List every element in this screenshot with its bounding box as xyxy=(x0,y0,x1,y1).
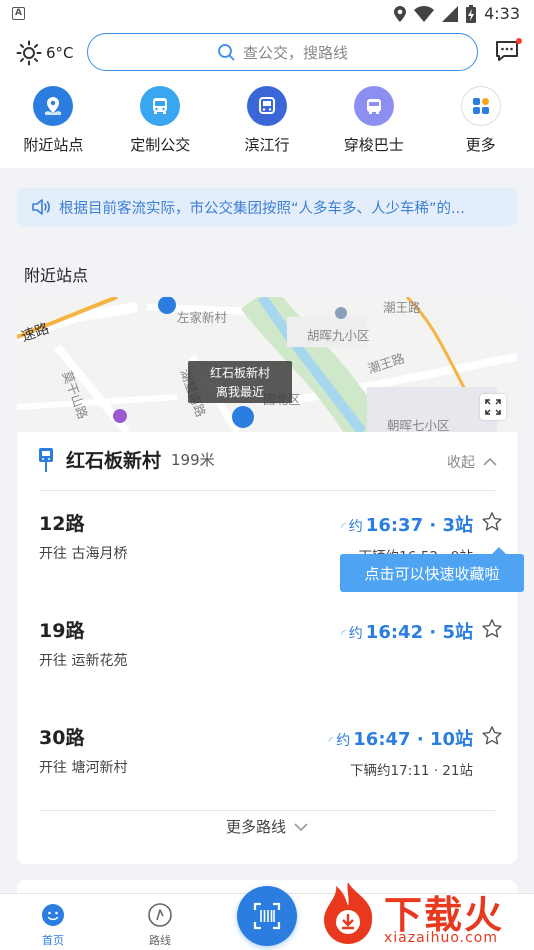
favorite-star-icon[interactable] xyxy=(481,725,503,747)
favorite-star-icon[interactable] xyxy=(481,618,503,640)
toast-text: 点击可以快速收藏啦 xyxy=(364,564,500,583)
weather-temp: 6°C xyxy=(46,44,74,62)
quick-action-nearby[interactable]: 附近站点 xyxy=(0,86,107,155)
stop-name: 红石板新村 xyxy=(66,450,162,472)
tab-routes[interactable]: 路线 xyxy=(130,902,190,948)
route-name: 19路 xyxy=(39,620,85,642)
quick-action-shuttle[interactable]: 穿梭巴士 xyxy=(320,86,427,155)
collapse-button[interactable]: 收起 xyxy=(447,452,497,472)
status-time: 4:33 xyxy=(484,4,520,23)
bus-icon xyxy=(140,86,181,126)
map-pin-icon xyxy=(33,86,74,126)
map-stop-tooltip[interactable]: 红石板新村 离我最近 xyxy=(188,361,292,403)
more-routes-label: 更多路线 xyxy=(225,818,286,836)
search-placeholder: 查公交，搜路线 xyxy=(242,43,348,62)
location-icon xyxy=(394,5,407,22)
weather-widget[interactable]: 6°C xyxy=(16,40,74,66)
watermark-logo-icon xyxy=(324,882,373,944)
tooltip-nearest: 离我最近 xyxy=(215,385,264,399)
status-bar: A 4:33 xyxy=(0,0,534,28)
route-arrival: ◜ 约 16:42 · 5站 xyxy=(341,618,473,644)
signal-icon xyxy=(442,5,459,22)
quick-action-label: 滨江行 xyxy=(244,136,290,154)
divider xyxy=(40,490,495,491)
tab-label: 首页 xyxy=(42,934,64,947)
arrival-approx: 约 xyxy=(348,626,363,642)
notice-banner[interactable]: 根据目前客流实际，市公交集团按照“人多车多、人少车稀”的... xyxy=(17,188,517,226)
favorite-hint-toast: 点击可以快速收藏啦 xyxy=(340,547,524,592)
route-direction: 开往 塘河新村 xyxy=(39,760,128,776)
shuttle-bus-icon xyxy=(353,86,394,126)
map-label: 左家新村 xyxy=(177,310,228,325)
search-icon xyxy=(218,44,235,61)
route-arrival: ◜ 约 16:47 · 10站 xyxy=(329,725,473,751)
chevron-up-icon xyxy=(483,457,497,466)
arrival-approx: 约 xyxy=(348,519,363,535)
route-name: 30路 xyxy=(39,727,85,749)
notice-text: 根据目前客流实际，市公交集团按照“人多车多、人少车稀”的... xyxy=(59,200,465,217)
collapse-label: 收起 xyxy=(447,455,475,471)
divider xyxy=(40,810,495,811)
quick-actions: 附近站点 定制公交 滨江行 穿梭巴士 更多 xyxy=(0,86,534,155)
next-bus: 下辆约17:11 · 21站 xyxy=(350,763,473,779)
stop-distance: 199米 xyxy=(171,451,215,469)
tab-home[interactable]: 首页 xyxy=(23,902,83,948)
watermark: 下载火 xiazaihuo.com xyxy=(316,880,534,950)
route-arrival: ◜ 约 16:37 · 3站 xyxy=(341,511,473,537)
sun-icon xyxy=(16,40,42,66)
quick-action-label: 定制公交 xyxy=(130,136,191,154)
status-icons: 4:33 xyxy=(394,4,520,23)
tooltip-stop-name: 红石板新村 xyxy=(209,366,270,380)
tab-label: 路线 xyxy=(149,934,171,947)
chevron-down-icon xyxy=(294,822,308,831)
battery-icon xyxy=(466,4,477,23)
stop-card: 红石板新村 199米 收起 12路 开往 古海月桥 ◜ 约 16:37 · 3站… xyxy=(17,432,517,864)
expand-map-button[interactable] xyxy=(480,394,506,420)
quick-action-more[interactable]: 更多 xyxy=(427,86,534,155)
quick-action-label: 穿梭巴士 xyxy=(343,136,404,154)
home-face-icon xyxy=(42,904,64,926)
nearby-map[interactable]: 速路 左家新村 胡晖九小区 潮王路 潮王路 莫干山路 湖墅南路 园北区 朝晖七小… xyxy=(17,297,517,432)
quick-action-custom-bus[interactable]: 定制公交 xyxy=(107,86,214,155)
unread-dot xyxy=(516,38,522,44)
quick-action-label: 更多 xyxy=(465,136,496,154)
grid-icon xyxy=(460,86,501,126)
realtime-signal-icon: ◜ xyxy=(328,734,334,748)
map-label: 潮王路 xyxy=(383,300,421,315)
stop-header[interactable]: 红石板新村 199米 xyxy=(38,446,215,473)
bus-stop-icon xyxy=(39,447,53,472)
quick-action-binjiang[interactable]: 滨江行 xyxy=(214,86,321,155)
favorite-star-icon[interactable] xyxy=(481,511,503,533)
quick-action-label: 附近站点 xyxy=(23,136,84,154)
compass-icon xyxy=(148,903,172,927)
arrival-time: 16:47 · 10站 xyxy=(353,729,473,750)
expand-icon xyxy=(485,399,501,415)
route-row[interactable]: 19路 开往 运新花苑 ◜ 约 16:42 · 5站 xyxy=(39,616,503,696)
realtime-signal-icon: ◜ xyxy=(341,627,346,641)
scan-button[interactable] xyxy=(237,886,297,946)
more-routes-button[interactable]: 更多路线 xyxy=(17,816,517,837)
speaker-icon xyxy=(32,199,50,215)
message-button[interactable] xyxy=(494,38,522,66)
wifi-icon xyxy=(414,5,435,22)
arrival-approx: 约 xyxy=(336,733,351,749)
route-row[interactable]: 30路 开往 塘河新村 ◜ 约 16:47 · 10站 下辆约17:11 · 2… xyxy=(39,723,503,803)
watermark-subtext: xiazaihuo.com xyxy=(384,930,498,946)
app-notification-icon: A xyxy=(12,7,25,20)
route-direction: 开往 古海月桥 xyxy=(39,546,128,562)
section-title: 附近站点 xyxy=(24,266,89,285)
map-label: 胡晖九小区 xyxy=(307,328,370,343)
arrival-time: 16:42 · 5站 xyxy=(365,622,473,643)
arrival-time: 16:37 · 3站 xyxy=(365,515,473,536)
bus-front-icon xyxy=(246,86,287,126)
search-input[interactable]: 查公交，搜路线 xyxy=(87,33,478,71)
map-label: 朝晖七小区 xyxy=(387,418,450,432)
route-name: 12路 xyxy=(39,513,85,535)
header: 6°C 查公交，搜路线 附近站点 定制公交 滨江行 穿梭巴士 更多 xyxy=(0,28,534,168)
scan-icon xyxy=(253,902,281,930)
realtime-signal-icon: ◜ xyxy=(341,520,346,534)
route-direction: 开往 运新花苑 xyxy=(39,653,128,669)
